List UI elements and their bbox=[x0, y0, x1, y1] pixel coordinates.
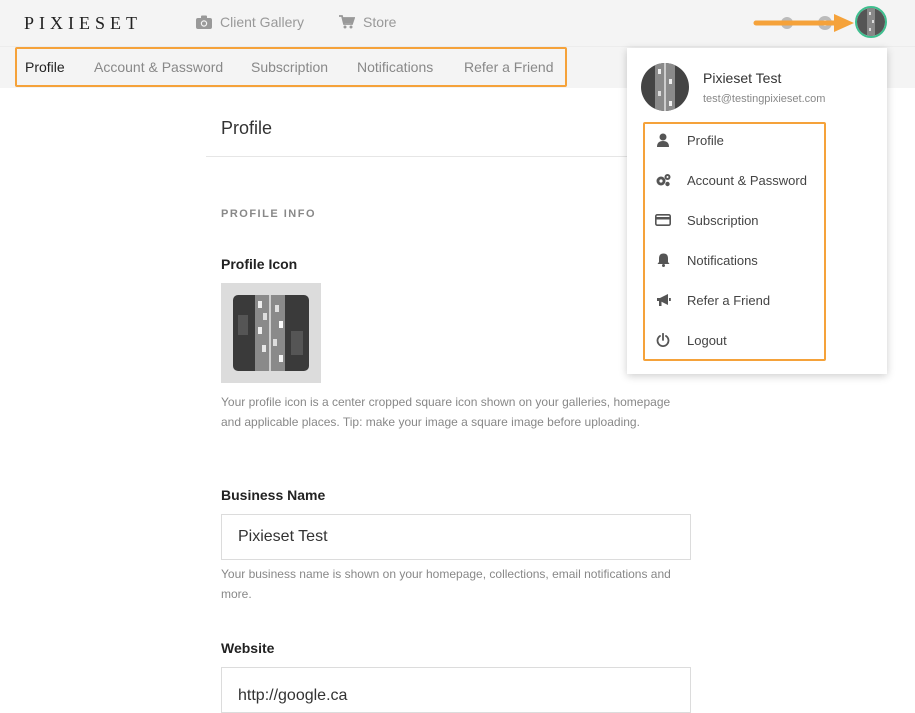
profile-icon-image bbox=[233, 295, 309, 371]
nav-store-label: Store bbox=[363, 14, 397, 30]
dropdown-avatar bbox=[641, 63, 689, 111]
arrow-annotation-icon bbox=[753, 14, 854, 32]
business-name-label: Business Name bbox=[221, 487, 326, 503]
dropdown-highlight-box bbox=[643, 122, 826, 361]
website-input[interactable] bbox=[221, 667, 691, 713]
website-label: Website bbox=[221, 640, 275, 656]
business-name-help: Your business name is shown on your home… bbox=[221, 567, 671, 601]
section-label-profile-info: PROFILE INFO bbox=[221, 208, 316, 220]
user-avatar-button[interactable] bbox=[855, 6, 887, 38]
business-name-input[interactable] bbox=[221, 514, 691, 560]
dropdown-user-name: Pixieset Test bbox=[703, 70, 782, 86]
dropdown-user-email: test@testingpixieset.com bbox=[703, 93, 826, 105]
nav-client-gallery[interactable]: Client Gallery bbox=[196, 14, 304, 30]
avatar-road-icon bbox=[641, 63, 689, 111]
camera-icon bbox=[196, 15, 212, 29]
subnav-highlight-box bbox=[15, 47, 567, 87]
nav-store[interactable]: Store bbox=[339, 14, 396, 30]
profile-icon-help: Your profile icon is a center cropped sq… bbox=[221, 395, 671, 429]
top-bar: PIXIESET Client Gallery Store bbox=[0, 0, 915, 46]
page-title: Profile bbox=[221, 118, 273, 138]
pixieset-logo[interactable]: PIXIESET bbox=[24, 13, 142, 34]
nav-client-gallery-label: Client Gallery bbox=[220, 14, 305, 30]
title-divider bbox=[206, 156, 646, 157]
cart-icon bbox=[339, 15, 355, 29]
profile-icon-upload[interactable] bbox=[221, 283, 321, 383]
profile-icon-label: Profile Icon bbox=[221, 256, 298, 272]
avatar-road-icon bbox=[857, 8, 885, 36]
